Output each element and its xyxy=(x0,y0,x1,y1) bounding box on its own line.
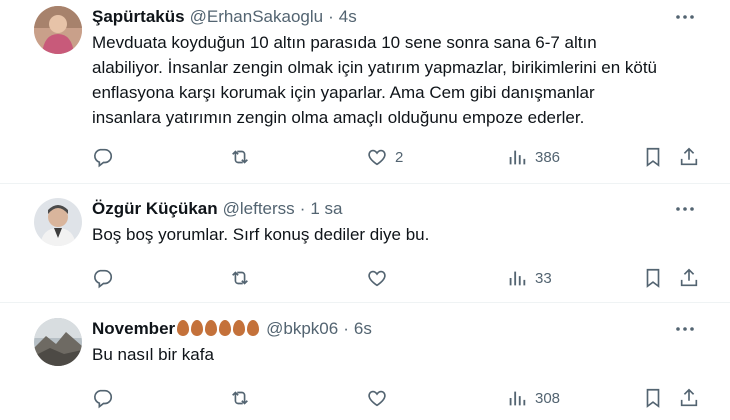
leaf-icon xyxy=(191,320,204,336)
timestamp[interactable]: 1 sa xyxy=(310,198,342,220)
views-icon xyxy=(509,271,526,286)
retweet-icon xyxy=(232,391,248,405)
heart-icon xyxy=(368,270,386,287)
views-button[interactable]: 386 xyxy=(506,145,560,169)
display-name[interactable]: Şapürtaküs xyxy=(92,6,185,28)
name-emojis xyxy=(177,318,261,336)
bookmark-button[interactable] xyxy=(642,145,664,169)
tweet-text-line: Boş boş yorumlar. Sırf konuş dediler diy… xyxy=(92,225,430,244)
more-icon[interactable] xyxy=(670,318,700,340)
avatar[interactable] xyxy=(34,6,82,54)
separator-dot: · xyxy=(343,319,349,338)
tweet-text: Bu nasıl bir kafa xyxy=(92,342,700,367)
leaf-icon xyxy=(247,320,260,336)
more-icon[interactable] xyxy=(670,198,700,220)
display-name[interactable]: November xyxy=(92,318,175,340)
retweet-button[interactable] xyxy=(229,266,251,290)
views-count: 33 xyxy=(535,269,552,287)
leaf-icon xyxy=(177,320,190,336)
views-button[interactable]: 308 xyxy=(506,386,560,410)
leaf-icon xyxy=(219,320,232,336)
views-icon xyxy=(509,150,526,165)
bookmark-button[interactable] xyxy=(642,266,664,290)
bookmark-button[interactable] xyxy=(642,386,664,410)
retweet-button[interactable] xyxy=(229,386,251,410)
reply-icon xyxy=(94,389,113,409)
tweet-actions: 2 386 xyxy=(92,145,700,169)
reply-icon xyxy=(94,148,113,168)
share-icon xyxy=(680,388,698,407)
retweet-icon xyxy=(232,271,248,285)
views-button[interactable]: 33 xyxy=(506,266,552,290)
bookmark-icon xyxy=(646,147,660,167)
tweet-text-line: insanlara yatırımın zengin olma amaçlı o… xyxy=(92,108,585,127)
tweet[interactable]: Özgür Küçükan @lefterss · 1 sa Boş boş y… xyxy=(0,183,730,302)
bookmark-icon xyxy=(646,268,660,288)
user-handle[interactable]: @ErhanSakaoglu xyxy=(190,6,324,28)
tweet-header: Şapürtaküs @ErhanSakaoglu · 4s xyxy=(92,6,700,28)
like-button[interactable] xyxy=(366,386,388,410)
like-button[interactable] xyxy=(366,266,388,290)
timestamp[interactable]: 6s xyxy=(354,318,372,340)
leaf-icon xyxy=(233,320,246,336)
share-button[interactable] xyxy=(678,266,700,290)
avatar[interactable] xyxy=(34,318,82,366)
user-handle[interactable]: @bkpk06 xyxy=(266,318,338,340)
avatar[interactable] xyxy=(34,198,82,246)
views-icon xyxy=(509,391,526,406)
like-count: 2 xyxy=(395,148,404,166)
tweet-feed: Şapürtaküs @ErhanSakaoglu · 4s Mevduata … xyxy=(0,0,730,420)
retweet-icon xyxy=(232,150,248,164)
more-icon[interactable] xyxy=(670,6,700,28)
views-count: 386 xyxy=(535,148,561,166)
tweet-text: Mevduata koyduğun 10 altın parasıda 10 s… xyxy=(92,30,700,130)
timestamp[interactable]: 4s xyxy=(339,6,357,28)
tweet-header: Özgür Küçükan @lefterss · 1 sa xyxy=(92,198,700,220)
heart-icon xyxy=(368,390,386,407)
like-button[interactable]: 2 xyxy=(366,145,403,169)
tweet[interactable]: November @bkpk06 · 6s Bu nasıl bir kafa xyxy=(0,302,730,420)
reply-button[interactable] xyxy=(92,386,114,410)
bookmark-icon xyxy=(646,388,660,408)
share-button[interactable] xyxy=(678,386,700,410)
tweet-text: Boş boş yorumlar. Sırf konuş dediler diy… xyxy=(92,222,700,247)
share-icon xyxy=(680,147,698,166)
reply-button[interactable] xyxy=(92,266,114,290)
tweet-actions: 308 xyxy=(92,386,700,410)
tweet-text-line: Bu nasıl bir kafa xyxy=(92,345,214,364)
share-icon xyxy=(680,268,698,287)
tweet-text-line: alabiliyor. İnsanlar zengin olmak için y… xyxy=(92,58,658,77)
tweet-actions: 33 xyxy=(92,266,700,290)
reply-icon xyxy=(94,269,113,289)
separator-dot: · xyxy=(328,7,334,26)
tweet-header: November @bkpk06 · 6s xyxy=(92,318,700,340)
share-button[interactable] xyxy=(678,145,700,169)
views-count: 308 xyxy=(535,389,561,407)
retweet-button[interactable] xyxy=(229,145,251,169)
heart-icon xyxy=(368,149,386,166)
leaf-icon xyxy=(205,320,218,336)
display-name[interactable]: Özgür Küçükan xyxy=(92,198,218,220)
tweet[interactable]: Şapürtaküs @ErhanSakaoglu · 4s Mevduata … xyxy=(0,0,730,183)
user-handle[interactable]: @lefterss xyxy=(223,198,295,220)
tweet-text-line: Mevduata koyduğun 10 altın parasıda 10 s… xyxy=(92,33,597,52)
reply-button[interactable] xyxy=(92,145,114,169)
tweet-text-line: enflasyona karşı korumak için yaparlar. … xyxy=(92,83,595,102)
separator-dot: · xyxy=(299,199,306,218)
